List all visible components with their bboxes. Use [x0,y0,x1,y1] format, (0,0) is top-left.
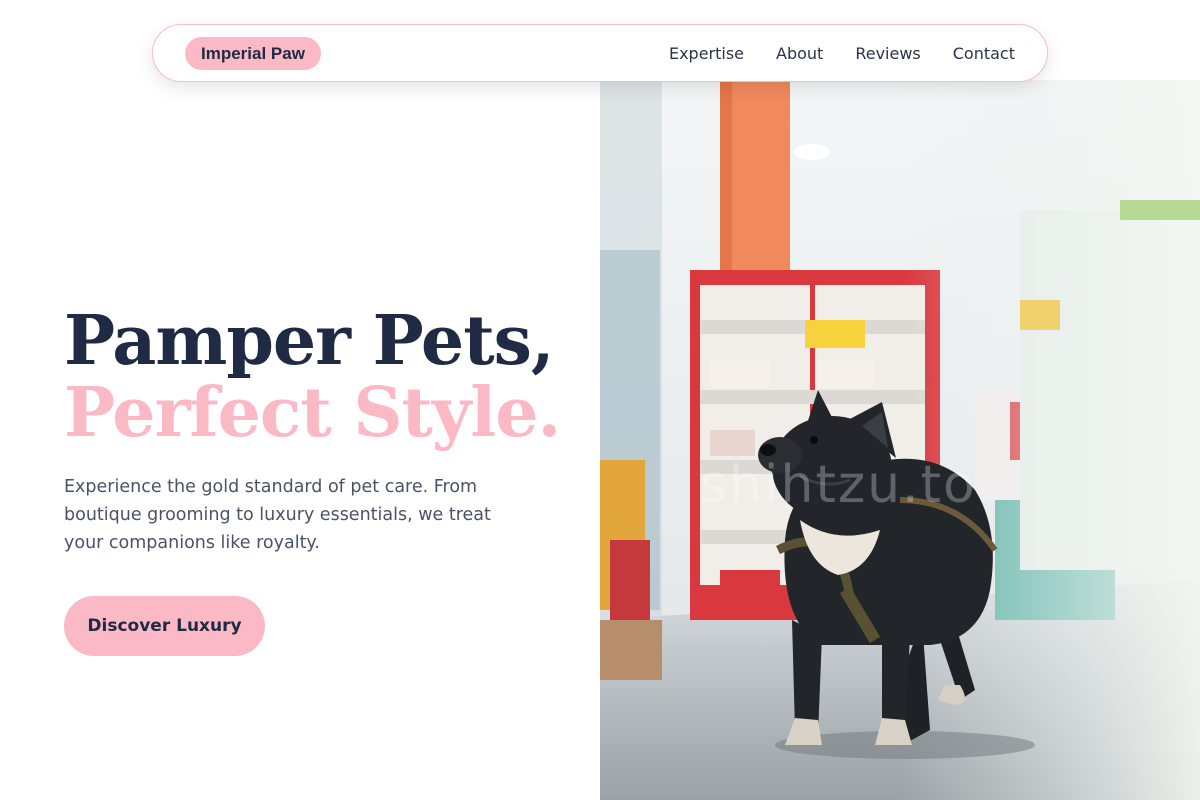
nav-link-contact[interactable]: Contact [953,44,1015,63]
top-navbar: Imperial Paw Expertise About Reviews Con… [152,24,1048,82]
nav-link-about[interactable]: About [776,44,823,63]
hero-description: Experience the gold standard of pet care… [64,477,491,553]
headline-line-1: Pamper Pets, [64,301,555,381]
brand-logo[interactable]: Imperial Paw [185,37,321,70]
image-watermark: shihtzu.to [700,455,977,515]
nav-links: Expertise About Reviews Contact [669,25,1015,81]
landing-page: 1€ [0,0,1200,800]
headline-line-2: Perfect Style. [64,373,561,453]
hero-photo: 1€ [600,80,1200,800]
hero-headline: Pamper Pets, Perfect Style. [64,301,561,453]
discover-luxury-button[interactable]: Discover Luxury [64,596,265,656]
french-bulldog-store-image: 1€ [600,80,1200,800]
nav-link-reviews[interactable]: Reviews [855,44,920,63]
nav-link-expertise[interactable]: Expertise [669,44,744,63]
